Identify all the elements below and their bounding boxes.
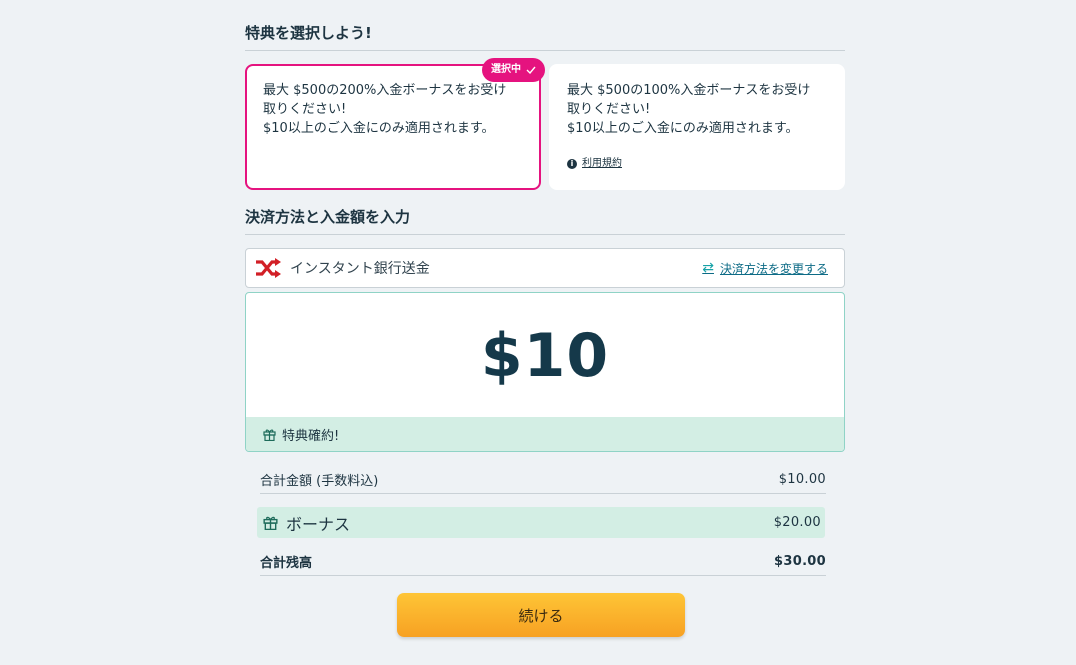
total-label: 合計金額 (手数料込) <box>260 474 379 489</box>
bonus-card-text: 最大 $500の200%入金ボーナスをお受け 取りください! $10以上のご入金… <box>263 83 507 136</box>
change-method-label: 決済方法を変更する <box>719 261 828 276</box>
swap-icon: ⇄ <box>702 260 714 276</box>
bonus-section-title: 特典を選択しよう! <box>245 22 845 51</box>
selected-badge-label: 選択中 <box>491 64 521 75</box>
bonus-confirmed-bar: 特典確約! <box>246 417 844 451</box>
continue-button[interactable]: 続ける <box>397 593 685 637</box>
payment-method-bar: インスタント銀行送金 ⇄ 決済方法を変更する <box>245 248 845 288</box>
bonus-label: ボーナス <box>286 514 351 534</box>
total-value: $10.00 <box>778 472 826 487</box>
bonus-confirmed-label: 特典確約! <box>282 428 340 444</box>
deposit-amount[interactable]: $10 <box>246 321 844 391</box>
bonus-value: $20.00 <box>773 515 821 530</box>
check-icon <box>526 66 536 74</box>
bonus-card-text: 最大 $500の100%入金ボーナスをお受け 取りください! $10以上のご入金… <box>567 83 811 136</box>
gift-icon <box>263 516 278 530</box>
selected-badge: 選択中 <box>482 58 545 82</box>
gift-icon <box>263 429 276 441</box>
amount-box[interactable]: $10 特典確約! <box>245 292 845 452</box>
payment-section-title: 決済方法と入金額を入力 <box>245 206 845 235</box>
terms-link[interactable]: 利用規約 <box>582 154 622 173</box>
info-icon: i <box>567 158 577 169</box>
shuffle-icon <box>256 258 281 278</box>
change-method-link[interactable]: ⇄ 決済方法を変更する <box>702 260 828 277</box>
balance-label: 合計残高 <box>260 556 313 571</box>
payment-method-name: インスタント銀行送金 <box>290 261 430 277</box>
bonus-row: ボーナス $20.00 <box>257 507 825 538</box>
bonus-card-200[interactable]: 選択中 最大 $500の200%入金ボーナスをお受け 取りください! $10以上… <box>245 58 545 190</box>
balance-row: 合計残高 $30.00 <box>260 548 826 576</box>
terms: i 利用規約 <box>567 154 622 173</box>
bonus-row-label-wrap: ボーナス <box>263 511 350 535</box>
bonus-card-100[interactable]: 最大 $500の100%入金ボーナスをお受け 取りください! $10以上のご入金… <box>549 64 845 190</box>
total-row: 合計金額 (手数料込) $10.00 <box>260 466 826 494</box>
balance-value: $30.00 <box>774 554 826 569</box>
